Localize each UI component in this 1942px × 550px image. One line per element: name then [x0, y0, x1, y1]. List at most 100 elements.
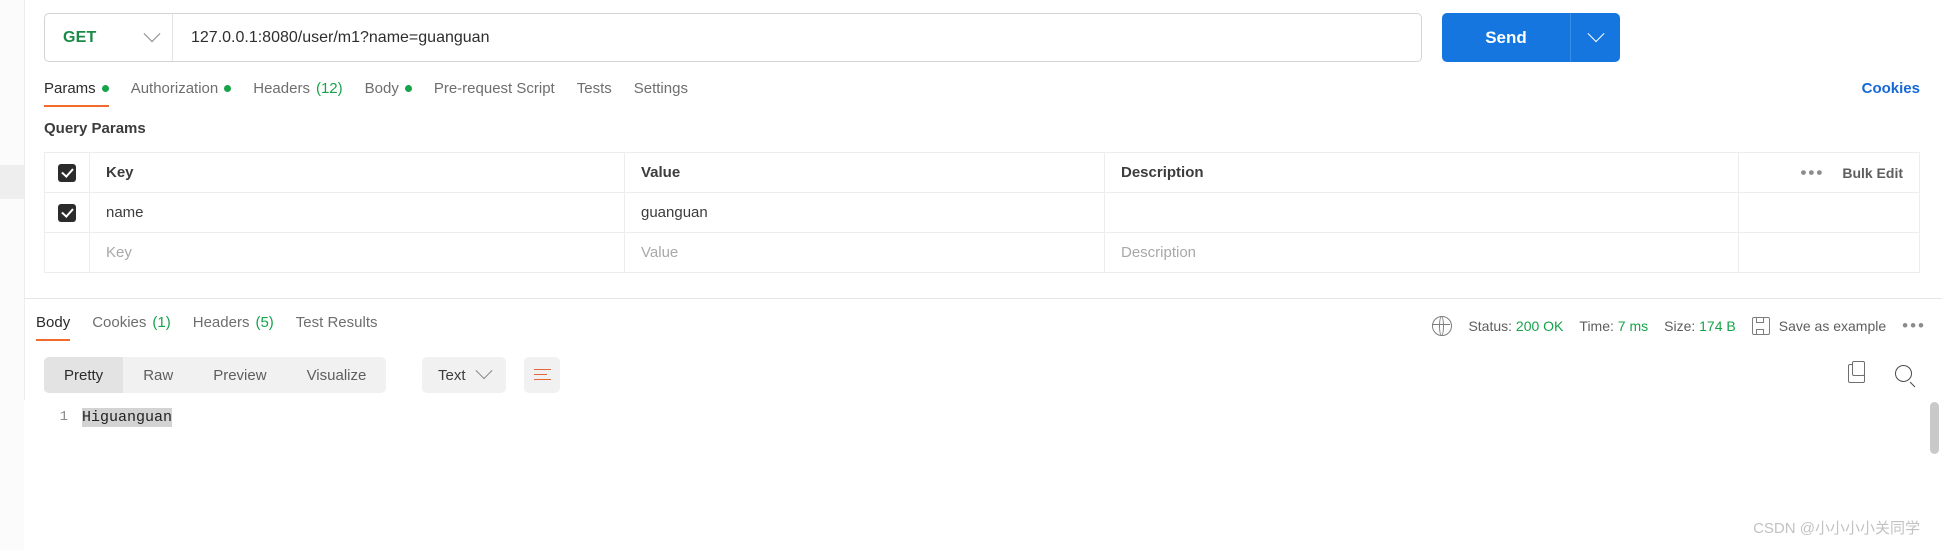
- response-tab-cookies[interactable]: Cookies (1): [92, 308, 193, 343]
- search-icon[interactable]: [1895, 365, 1912, 382]
- tab-label: Authorization: [130, 80, 219, 97]
- url-bar: GET: [44, 13, 1422, 62]
- response-more-options-icon[interactable]: •••: [1902, 317, 1926, 334]
- send-button[interactable]: Send: [1442, 13, 1570, 62]
- response-scrollbar[interactable]: [1930, 402, 1939, 542]
- panel-divider: [24, 298, 1942, 299]
- view-mode-pretty[interactable]: Pretty: [44, 357, 124, 393]
- new-param-value-input[interactable]: Value: [625, 233, 1105, 272]
- tab-tests[interactable]: Tests: [577, 76, 634, 109]
- bulk-edit-button[interactable]: Bulk Edit: [1842, 165, 1903, 181]
- size-label: Size:: [1664, 318, 1696, 334]
- size-value: 174 B: [1699, 318, 1736, 334]
- tab-label: Body: [364, 80, 399, 97]
- tab-settings[interactable]: Settings: [634, 76, 710, 109]
- time-label: Time:: [1579, 318, 1614, 334]
- response-tab-body[interactable]: Body: [36, 308, 92, 343]
- time-value: 7 ms: [1617, 318, 1649, 334]
- param-description-input[interactable]: [1105, 193, 1739, 232]
- tab-label: Test Results: [295, 314, 378, 331]
- copy-icon[interactable]: [1848, 361, 1865, 383]
- response-body-viewer[interactable]: 1 Higuanguan: [24, 400, 1942, 550]
- left-sidebar-rail: [0, 0, 25, 550]
- body-actions: [1848, 361, 1912, 383]
- tab-params[interactable]: Params: [44, 76, 131, 109]
- unsaved-dot-icon: [404, 85, 412, 92]
- body-format-select[interactable]: Text: [422, 357, 506, 393]
- row-checkbox[interactable]: [58, 244, 76, 262]
- tab-pre-request-script[interactable]: Pre-request Script: [434, 76, 577, 109]
- cookies-link[interactable]: Cookies: [1862, 80, 1920, 97]
- table-header-tools: ••• Bulk Edit: [1739, 153, 1919, 192]
- column-header-key: Key: [90, 153, 625, 192]
- row-checkbox[interactable]: [58, 203, 76, 222]
- chevron-down-icon: [1587, 24, 1604, 42]
- tab-count: (5): [255, 314, 274, 331]
- save-as-example-label: Save as example: [1778, 318, 1887, 334]
- column-header-description: Description: [1105, 153, 1739, 192]
- view-mode-raw[interactable]: Raw: [123, 357, 193, 393]
- param-key-input[interactable]: name: [90, 193, 625, 232]
- query-params-table: Key Value Description ••• Bulk Edit name…: [44, 152, 1920, 273]
- tab-label: Body: [36, 314, 71, 331]
- save-icon: [1751, 317, 1770, 335]
- unsaved-dot-icon: [224, 85, 232, 92]
- postman-window: GET Send Params Authorization Headers (1…: [0, 0, 1942, 550]
- row-tools: [1739, 193, 1919, 232]
- status-value: 200 OK: [1515, 318, 1564, 334]
- more-options-icon[interactable]: •••: [1800, 164, 1824, 181]
- request-tabs-row: Params Authorization Headers (12) Body P…: [24, 76, 1942, 112]
- tab-label: Tests: [576, 80, 612, 97]
- select-all-cell: [45, 153, 90, 192]
- scrollbar-thumb[interactable]: [1930, 402, 1939, 454]
- wrap-lines-icon: [533, 369, 551, 381]
- url-input[interactable]: [173, 15, 1421, 60]
- table-row-empty: Key Value Description: [45, 233, 1919, 273]
- tab-label: Headers: [253, 80, 310, 97]
- status-group: Status: 200 OK: [1468, 318, 1563, 334]
- response-tabstrip: Body Cookies (1) Headers (5) Test Result…: [36, 308, 400, 343]
- http-method-select[interactable]: GET: [45, 14, 173, 61]
- code-line: 1 Higuanguan: [24, 400, 1942, 428]
- send-options-button[interactable]: [1570, 13, 1620, 62]
- line-number: 1: [59, 409, 68, 425]
- row-select-cell: [45, 233, 90, 272]
- save-as-example-button[interactable]: Save as example: [1751, 317, 1887, 335]
- time-group: Time: 7 ms: [1579, 318, 1648, 334]
- param-value-input[interactable]: guanguan: [625, 193, 1105, 232]
- query-params-title: Query Params: [44, 120, 146, 137]
- view-mode-segmented-control: Pretty Raw Preview Visualize: [44, 357, 387, 393]
- response-body-text: Higuanguan: [82, 407, 173, 427]
- tab-label: Settings: [633, 80, 688, 97]
- unsaved-dot-icon: [101, 85, 109, 92]
- view-mode-preview[interactable]: Preview: [193, 357, 286, 393]
- request-url-row: GET Send: [24, 0, 1942, 76]
- wrap-lines-button[interactable]: [524, 357, 560, 393]
- table-row: name guanguan: [45, 193, 1919, 233]
- select-all-checkbox[interactable]: [58, 163, 76, 182]
- size-group: Size: 174 B: [1664, 318, 1736, 334]
- tab-label: Cookies: [92, 314, 147, 331]
- table-header-row: Key Value Description ••• Bulk Edit: [45, 153, 1919, 193]
- tab-headers[interactable]: Headers (12): [253, 76, 364, 109]
- status-label: Status:: [1468, 318, 1513, 334]
- row-tools: [1739, 233, 1919, 272]
- sidebar-collapsed-item[interactable]: [0, 165, 24, 199]
- tab-body[interactable]: Body: [365, 76, 434, 109]
- chevron-down-icon: [143, 24, 161, 42]
- tab-authorization[interactable]: Authorization: [131, 76, 254, 109]
- view-mode-visualize[interactable]: Visualize: [287, 357, 387, 393]
- tab-label: Pre-request Script: [433, 80, 555, 97]
- row-select-cell: [45, 193, 90, 232]
- globe-icon[interactable]: [1431, 315, 1453, 336]
- response-body-toolbar: Pretty Raw Preview Visualize Text: [24, 352, 1942, 400]
- new-param-key-input[interactable]: Key: [90, 233, 625, 272]
- tab-label: Headers: [192, 314, 250, 331]
- column-header-value: Value: [625, 153, 1105, 192]
- response-tabs-row: Body Cookies (1) Headers (5) Test Result…: [24, 308, 1942, 348]
- tab-count: (12): [315, 80, 343, 97]
- response-tab-headers[interactable]: Headers (5): [193, 308, 296, 343]
- new-param-description-input[interactable]: Description: [1105, 233, 1739, 272]
- http-method-label: GET: [63, 28, 97, 46]
- response-tab-test-results[interactable]: Test Results: [296, 308, 400, 343]
